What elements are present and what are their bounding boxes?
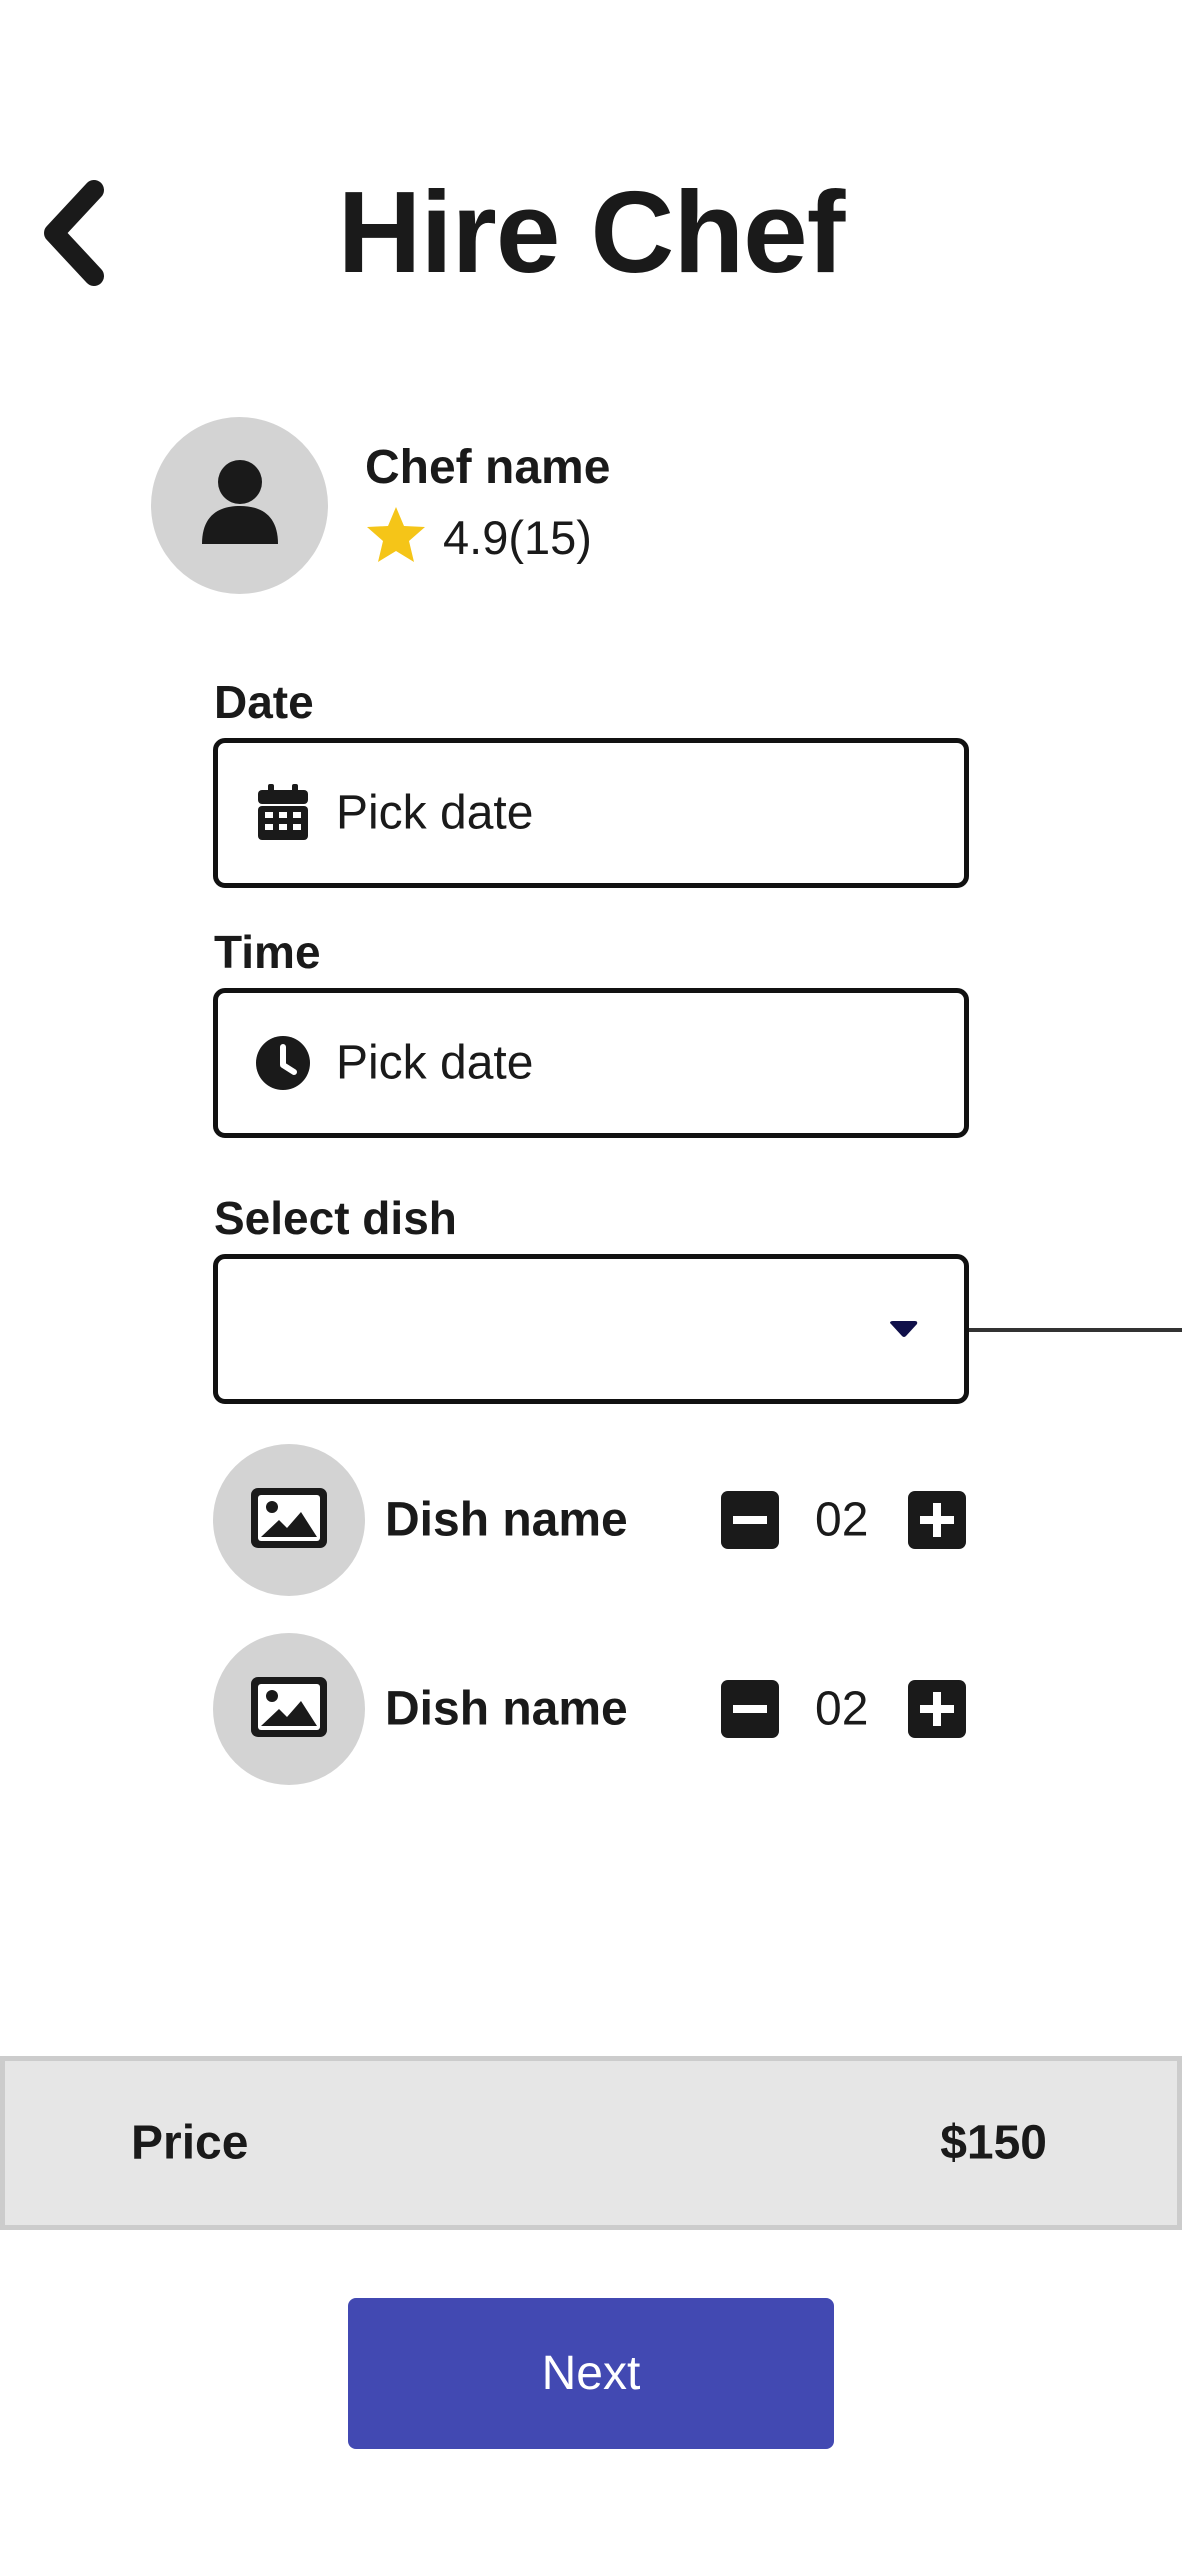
minus-square-icon [721,1491,779,1549]
divider-line [969,1328,1182,1332]
dish-row: Dish name 02 [213,1444,973,1596]
dish-thumbnail [213,1633,365,1785]
page-title: Hire Chef [337,167,846,297]
time-field[interactable]: Pick date [213,988,969,1138]
next-button[interactable]: Next [348,2298,834,2449]
image-icon [251,1487,327,1553]
image-icon [251,1676,327,1742]
clock-icon [254,1034,312,1092]
plus-square-icon [908,1491,966,1549]
calendar-icon [254,784,312,842]
dish-row: Dish name 02 [213,1633,973,1785]
dish-quantity: 02 [815,1493,869,1547]
plus-square-icon [908,1680,966,1738]
date-value: Pick date [336,786,534,840]
dish-thumbnail [213,1444,365,1596]
dish-name: Dish name [385,1682,628,1736]
chef-rating: 4.9(15) [365,505,592,570]
increase-quantity-button[interactable] [908,1491,966,1549]
date-field[interactable]: Pick date [213,738,969,888]
decrease-quantity-button[interactable] [721,1680,779,1738]
chef-name: Chef name [365,441,611,494]
price-value: $150 [940,2116,1047,2170]
user-icon [200,458,280,553]
dish-quantity: 02 [815,1682,869,1736]
time-value: Pick date [336,1036,534,1090]
rating-value: 4.9(15) [443,511,592,564]
star-icon [365,505,427,570]
caret-down-icon [884,1314,924,1344]
price-label: Price [131,2116,249,2170]
decrease-quantity-button[interactable] [721,1491,779,1549]
dish-name: Dish name [385,1493,628,1547]
date-label: Date [214,676,314,728]
time-label: Time [214,926,321,978]
hire-chef-screen: Hire Chef Chef name 4.9(15) Date Pick da… [0,0,1182,2560]
minus-square-icon [721,1680,779,1738]
increase-quantity-button[interactable] [908,1680,966,1738]
price-bar: Price $150 [0,2056,1182,2230]
select-dish-dropdown[interactable] [213,1254,969,1404]
chef-avatar [151,417,328,594]
select-dish-label: Select dish [214,1192,457,1244]
